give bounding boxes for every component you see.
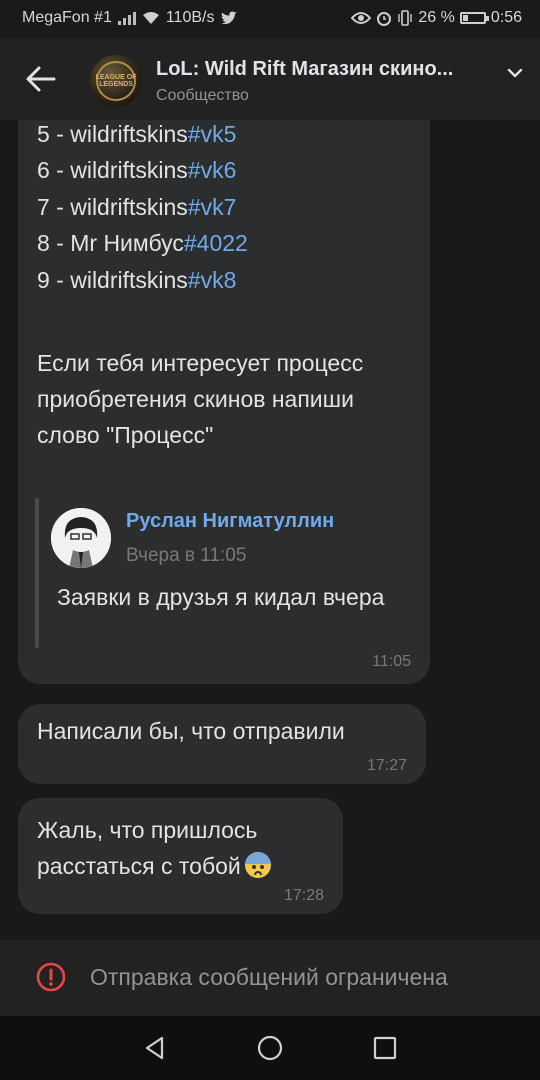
back-arrow-icon[interactable] (24, 62, 58, 96)
forward-text: Заявки в друзья я кидал вчера (57, 584, 385, 610)
message-time: 11:05 (372, 653, 411, 670)
sending-restricted-bar: Отправка сообщений ограничена (0, 940, 540, 1016)
message-text: Жаль, что пришлось расстаться с тобой (37, 817, 258, 879)
message-bubble[interactable]: Написали бы, что отправили 17:27 (18, 704, 426, 784)
hashtag-link[interactable]: #4022 (184, 230, 248, 256)
avatar[interactable] (51, 508, 111, 568)
forward-author[interactable]: Руслан Нигматуллин (126, 510, 334, 533)
hashtag-link[interactable]: #vk6 (188, 157, 237, 183)
message-list[interactable]: 4 - wildriftskins#vk45 - wildriftskins#v… (0, 0, 540, 940)
forward-bar (35, 498, 39, 648)
line-text: 6 - wildriftskins (37, 157, 188, 183)
back-triangle-icon[interactable] (140, 1033, 170, 1063)
chat-title[interactable]: LoL: Wild Rift Магазин скино... (156, 58, 453, 81)
warning-circle-icon (36, 962, 66, 992)
message-line: 7 - wildriftskins#vk7 (37, 189, 248, 226)
message-time: 17:28 (283, 887, 324, 904)
line-text: 5 - wildriftskins (37, 120, 188, 147)
line-text: 7 - wildriftskins (37, 193, 188, 220)
avatar-logo-text: LEAGUE OF LEGENDS (95, 74, 137, 88)
message-line: 8 - Mr Нимбус#4022 (37, 225, 248, 262)
user-avatar-icon (51, 508, 111, 568)
hashtag-link[interactable]: #vk7 (188, 194, 237, 220)
message-line: 9 - wildriftskins#vk8 (37, 262, 248, 299)
anxious-face-emoji-icon (244, 852, 271, 878)
message-bubble[interactable]: Жаль, что пришлось расстаться с тобой 17… (18, 798, 343, 914)
hashtag-link[interactable]: #vk5 (188, 121, 237, 147)
message-text: Если тебя интересует процесс приобретени… (37, 350, 364, 448)
message-text: Написали бы, что отправили (37, 718, 345, 744)
message-time: 17:27 (366, 757, 407, 774)
message-line: 6 - wildriftskins#vk6 (37, 152, 248, 189)
message-line: 5 - wildriftskins#vk5 (37, 116, 248, 153)
community-avatar[interactable]: LEAGUE OF LEGENDS (90, 55, 142, 107)
chevron-down-icon[interactable] (506, 64, 524, 82)
message-bubble[interactable]: 4 - wildriftskins#vk45 - wildriftskins#v… (18, 80, 430, 684)
line-text: 9 - wildriftskins (37, 266, 188, 293)
chat-header: LEAGUE OF LEGENDS LoL: Wild Rift Магазин… (0, 38, 540, 120)
restriction-text: Отправка сообщений ограничена (90, 964, 448, 990)
home-circle-icon[interactable] (255, 1033, 285, 1063)
line-text: 8 - Mr Нимбус (37, 230, 184, 256)
chat-subtitle: Сообщество (156, 87, 249, 104)
hashtag-link[interactable]: #vk8 (188, 267, 237, 293)
message-text-wrap: Жаль, что пришлось расстаться с тобой (37, 812, 337, 884)
forward-date: Вчера в 11:05 (126, 545, 247, 566)
recents-square-icon[interactable] (370, 1033, 400, 1063)
system-nav-bar (0, 1016, 540, 1080)
